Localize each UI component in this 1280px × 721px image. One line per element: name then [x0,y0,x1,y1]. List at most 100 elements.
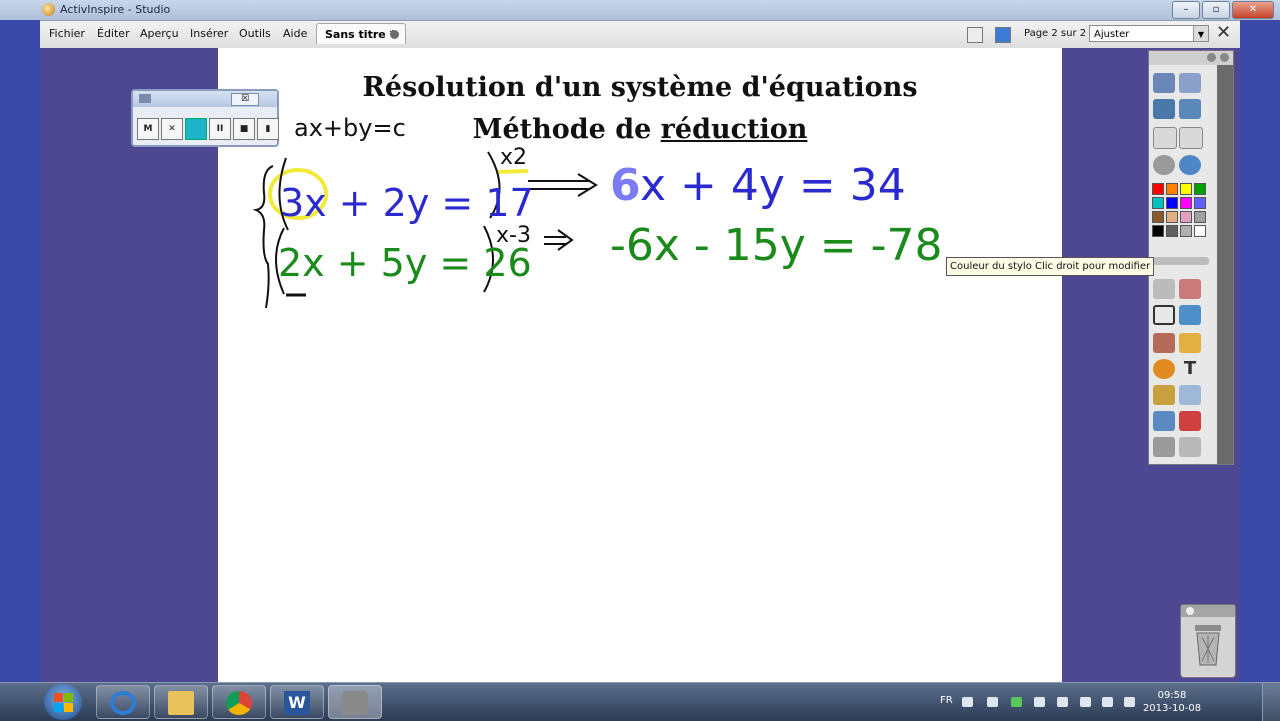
action-center-icon[interactable] [1124,697,1135,707]
toolbox-header[interactable] [1149,51,1233,65]
language-indicator[interactable]: FR [940,695,953,706]
record-button[interactable] [185,118,207,140]
maximize-button[interactable]: ▫ [1202,1,1230,19]
trash-bin-icon[interactable] [1181,617,1235,677]
flipchart-icon[interactable] [1153,99,1175,119]
cancel-button[interactable]: ✕ [161,118,183,140]
trash-panel [1180,604,1236,678]
menu-editer[interactable]: Éditer [97,27,130,40]
taskbar-activinspire[interactable] [328,685,382,719]
play-icon[interactable] [1153,155,1175,175]
taskbar-word[interactable]: W [270,685,324,719]
tray-icon[interactable] [1057,697,1068,707]
document-tab[interactable]: Sans titre * [316,23,406,44]
desktop-icon[interactable] [1179,99,1201,119]
color-swatch[interactable] [1180,183,1192,195]
pen-width-dots[interactable] [1167,241,1207,251]
recorder-toolbar[interactable]: ☒ M ✕ II ■ ▮ [131,89,279,147]
select-tool-icon[interactable] [1153,279,1175,299]
close-document-icon[interactable]: ✕ [1216,24,1231,42]
equation-1: 3x + 2y = 17 [280,181,534,225]
tray-icon[interactable] [1034,697,1045,707]
color-swatch[interactable] [1180,197,1192,209]
prev-page-icon[interactable] [1153,127,1177,149]
color-swatch[interactable] [1152,211,1164,223]
mute-button[interactable]: M [137,118,159,140]
main-menu-icon[interactable] [1153,73,1175,93]
taskbar-ie[interactable] [96,685,150,719]
color-swatch[interactable] [1166,225,1178,237]
pen-tool-icon[interactable] [1153,305,1175,325]
tray-icon[interactable] [962,697,973,707]
recorder-titlebar[interactable]: ☒ [133,91,277,107]
color-swatch[interactable] [1180,225,1192,237]
pause-button[interactable]: II [209,118,231,140]
reset-page-icon[interactable] [1179,411,1201,431]
color-swatch[interactable] [1166,183,1178,195]
color-swatch[interactable] [1166,197,1178,209]
zoom-select[interactable]: Ajuster ▼ [1089,25,1209,42]
eraser-tool-icon[interactable] [1153,333,1175,353]
taskbar-chrome[interactable] [212,685,266,719]
spotlight-tool-icon[interactable] [1153,411,1175,431]
fill-tool-icon[interactable] [1179,333,1201,353]
trash-panel-header[interactable] [1181,605,1235,617]
redo-icon[interactable] [1179,437,1201,457]
recorder-close-button[interactable]: ☒ [231,93,259,106]
toolbox-menu-icon[interactable] [1220,53,1229,62]
shape-tool-icon[interactable] [1153,359,1175,379]
color-swatch[interactable] [1166,211,1178,223]
toolbox-pin-icon[interactable] [1207,53,1216,62]
recorder-buttons: M ✕ II ■ ▮ [137,118,279,140]
stop-button[interactable]: ■ [233,118,255,140]
line-tool-icon[interactable] [1179,385,1201,405]
color-swatch[interactable] [1180,211,1192,223]
color-swatch[interactable] [1152,197,1164,209]
color-swatch[interactable] [1194,211,1206,223]
marker-tool-icon[interactable] [1179,279,1201,299]
text-tool-icon[interactable]: T [1179,359,1201,379]
next-page-icon[interactable] [1179,127,1203,149]
network-icon[interactable] [1011,697,1022,707]
menu-fichier[interactable]: Fichier [49,27,85,40]
close-window-button[interactable]: ✕ [1232,1,1274,19]
page-view-icon[interactable] [967,27,983,43]
equation-2: 2x + 5y = 26 [278,241,532,285]
activinspire-icon[interactable] [995,27,1011,43]
volume-icon[interactable] [1102,697,1113,707]
color-swatch[interactable] [1152,225,1164,237]
desktop-margin-right [1240,20,1280,682]
start-button[interactable] [44,684,82,720]
web-icon[interactable] [1179,155,1201,175]
tray-icon[interactable] [1080,697,1091,707]
taskbar-explorer[interactable] [154,685,208,719]
menu-inserer[interactable]: Insérer [190,27,228,40]
tray-icon[interactable] [987,697,998,707]
color-swatch[interactable] [1194,225,1206,237]
minimize-button[interactable]: – [1172,1,1200,19]
windows-logo-icon [54,693,63,702]
multiplier-1: x2 [500,145,527,170]
color-swatch[interactable] [1152,183,1164,195]
menu-aide[interactable]: Aide [283,27,307,40]
save-recording-button[interactable]: ▮ [257,118,279,140]
browsers-icon[interactable] [1179,73,1201,93]
tab-close-icon[interactable] [390,30,399,39]
show-desktop-button[interactable] [1262,683,1280,721]
connector-tool-icon[interactable] [1153,385,1175,405]
menu-apercu[interactable]: Aperçu [140,27,179,40]
toolbox-scroll-strip[interactable] [1217,65,1233,464]
color-swatch[interactable] [1194,183,1206,195]
zoom-value: Ajuster [1094,29,1130,40]
highlighter-tool-icon[interactable] [1179,305,1201,325]
pen-width-slider[interactable] [1153,257,1209,265]
clock[interactable]: 09:58 2013-10-08 [1140,689,1204,715]
flipchart-page[interactable]: Résolution d'un système d'équations Méth… [218,48,1062,682]
undo-icon[interactable] [1153,437,1175,457]
chevron-down-icon[interactable]: ▼ [1193,26,1208,41]
arrow-2 [544,229,574,251]
trash-pin-icon[interactable] [1186,607,1194,615]
menu-outils[interactable]: Outils [239,27,271,40]
window-controls: – ▫ ✕ [1172,1,1274,19]
color-swatch[interactable] [1194,197,1206,209]
